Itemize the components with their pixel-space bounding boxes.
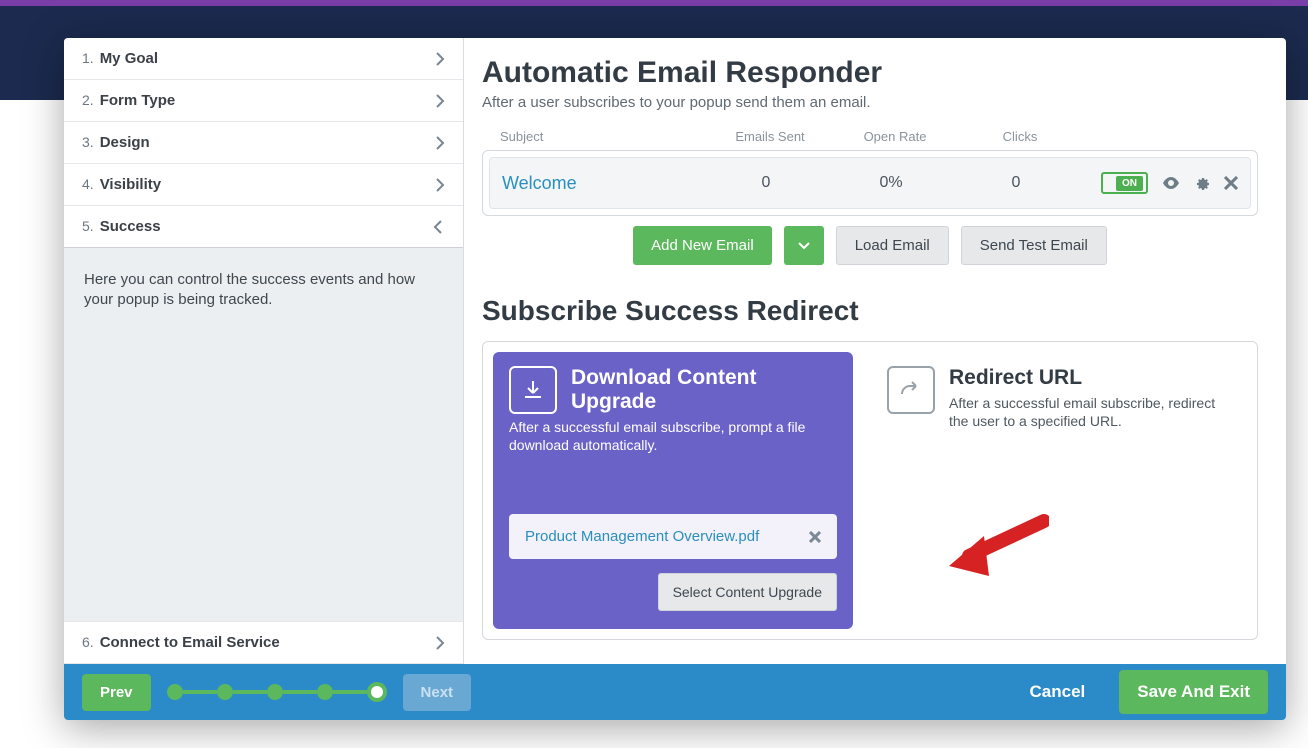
remove-file-icon[interactable] <box>809 531 821 543</box>
redirect-url-desc: After a successful email subscribe, redi… <box>887 394 1231 430</box>
section-subtitle: After a user subscribes to your popup se… <box>482 94 1258 111</box>
section-title-redirect: Subscribe Success Redirect <box>482 295 1258 327</box>
step-visibility[interactable]: 4.Visibility <box>64 164 463 206</box>
next-button: Next <box>403 674 472 711</box>
progress-indicator <box>167 682 387 702</box>
step-label: Design <box>100 134 150 151</box>
popup-editor-modal: 1.My Goal 2.Form Type 3.Design 4.Visibil… <box>64 38 1286 720</box>
clicks-value: 0 <box>956 174 1076 192</box>
step-success[interactable]: 5.Success <box>64 206 463 248</box>
email-toggle[interactable]: ON <box>1101 172 1148 194</box>
send-test-email-button[interactable]: Send Test Email <box>961 226 1107 265</box>
step-form-type[interactable]: 2.Form Type <box>64 80 463 122</box>
selected-file: Product Management Overview.pdf <box>509 514 837 559</box>
add-new-email-button[interactable]: Add New Email <box>633 226 772 265</box>
prev-button[interactable]: Prev <box>82 674 151 711</box>
redirect-url-title: Redirect URL <box>887 366 1231 390</box>
redirect-options: Download Content Upgrade After a success… <box>482 341 1258 640</box>
download-title: Download Content Upgrade <box>509 366 837 414</box>
download-desc: After a successful email subscribe, prom… <box>509 418 837 454</box>
col-clicks: Clicks <box>960 129 1080 144</box>
col-subject: Subject <box>500 129 710 144</box>
chevron-right-icon <box>435 52 445 66</box>
load-email-button[interactable]: Load Email <box>836 226 949 265</box>
wizard-sidebar: 1.My Goal 2.Form Type 3.Design 4.Visibil… <box>64 38 464 664</box>
step-label: My Goal <box>100 50 158 67</box>
step-label: Form Type <box>100 92 176 109</box>
redirect-icon <box>887 366 935 414</box>
close-icon[interactable] <box>1224 176 1238 190</box>
eye-icon[interactable] <box>1162 177 1180 189</box>
step-label: Success <box>100 218 161 235</box>
step-design[interactable]: 3.Design <box>64 122 463 164</box>
chevron-right-icon <box>435 636 445 650</box>
chevron-right-icon <box>435 178 445 192</box>
chevron-right-icon <box>435 94 445 108</box>
step-my-goal[interactable]: 1.My Goal <box>64 38 463 80</box>
step-label: Visibility <box>100 176 161 193</box>
email-table: Subject Emails Sent Open Rate Clicks Wel… <box>482 123 1258 265</box>
col-sent: Emails Sent <box>710 129 830 144</box>
wizard-footer: Prev Next Cancel Save And Exit <box>64 664 1286 720</box>
email-name-link[interactable]: Welcome <box>502 173 706 194</box>
save-and-exit-button[interactable]: Save And Exit <box>1119 670 1268 714</box>
section-title-responder: Automatic Email Responder <box>482 56 1258 90</box>
download-upgrade-card[interactable]: Download Content Upgrade After a success… <box>493 352 853 629</box>
select-content-upgrade-button[interactable]: Select Content Upgrade <box>658 573 837 611</box>
step-description: Here you can control the success events … <box>64 248 463 621</box>
emails-sent-value: 0 <box>706 174 826 192</box>
col-open: Open Rate <box>830 129 960 144</box>
add-email-dropdown-button[interactable] <box>784 226 824 265</box>
redirect-url-card[interactable]: Redirect URL After a successful email su… <box>871 352 1247 629</box>
filename-link[interactable]: Product Management Overview.pdf <box>525 528 759 545</box>
open-rate-value: 0% <box>826 174 956 192</box>
main-content: Automatic Email Responder After a user s… <box>464 38 1286 664</box>
step-connect-email[interactable]: 6.Connect to Email Service <box>64 621 463 664</box>
chevron-down-icon <box>431 222 445 232</box>
chevron-right-icon <box>435 136 445 150</box>
download-icon <box>509 366 557 414</box>
gear-icon[interactable] <box>1194 175 1210 191</box>
cancel-button[interactable]: Cancel <box>1012 672 1104 712</box>
step-label: Connect to Email Service <box>100 634 280 651</box>
email-row: Welcome 0 0% 0 ON <box>489 157 1251 209</box>
